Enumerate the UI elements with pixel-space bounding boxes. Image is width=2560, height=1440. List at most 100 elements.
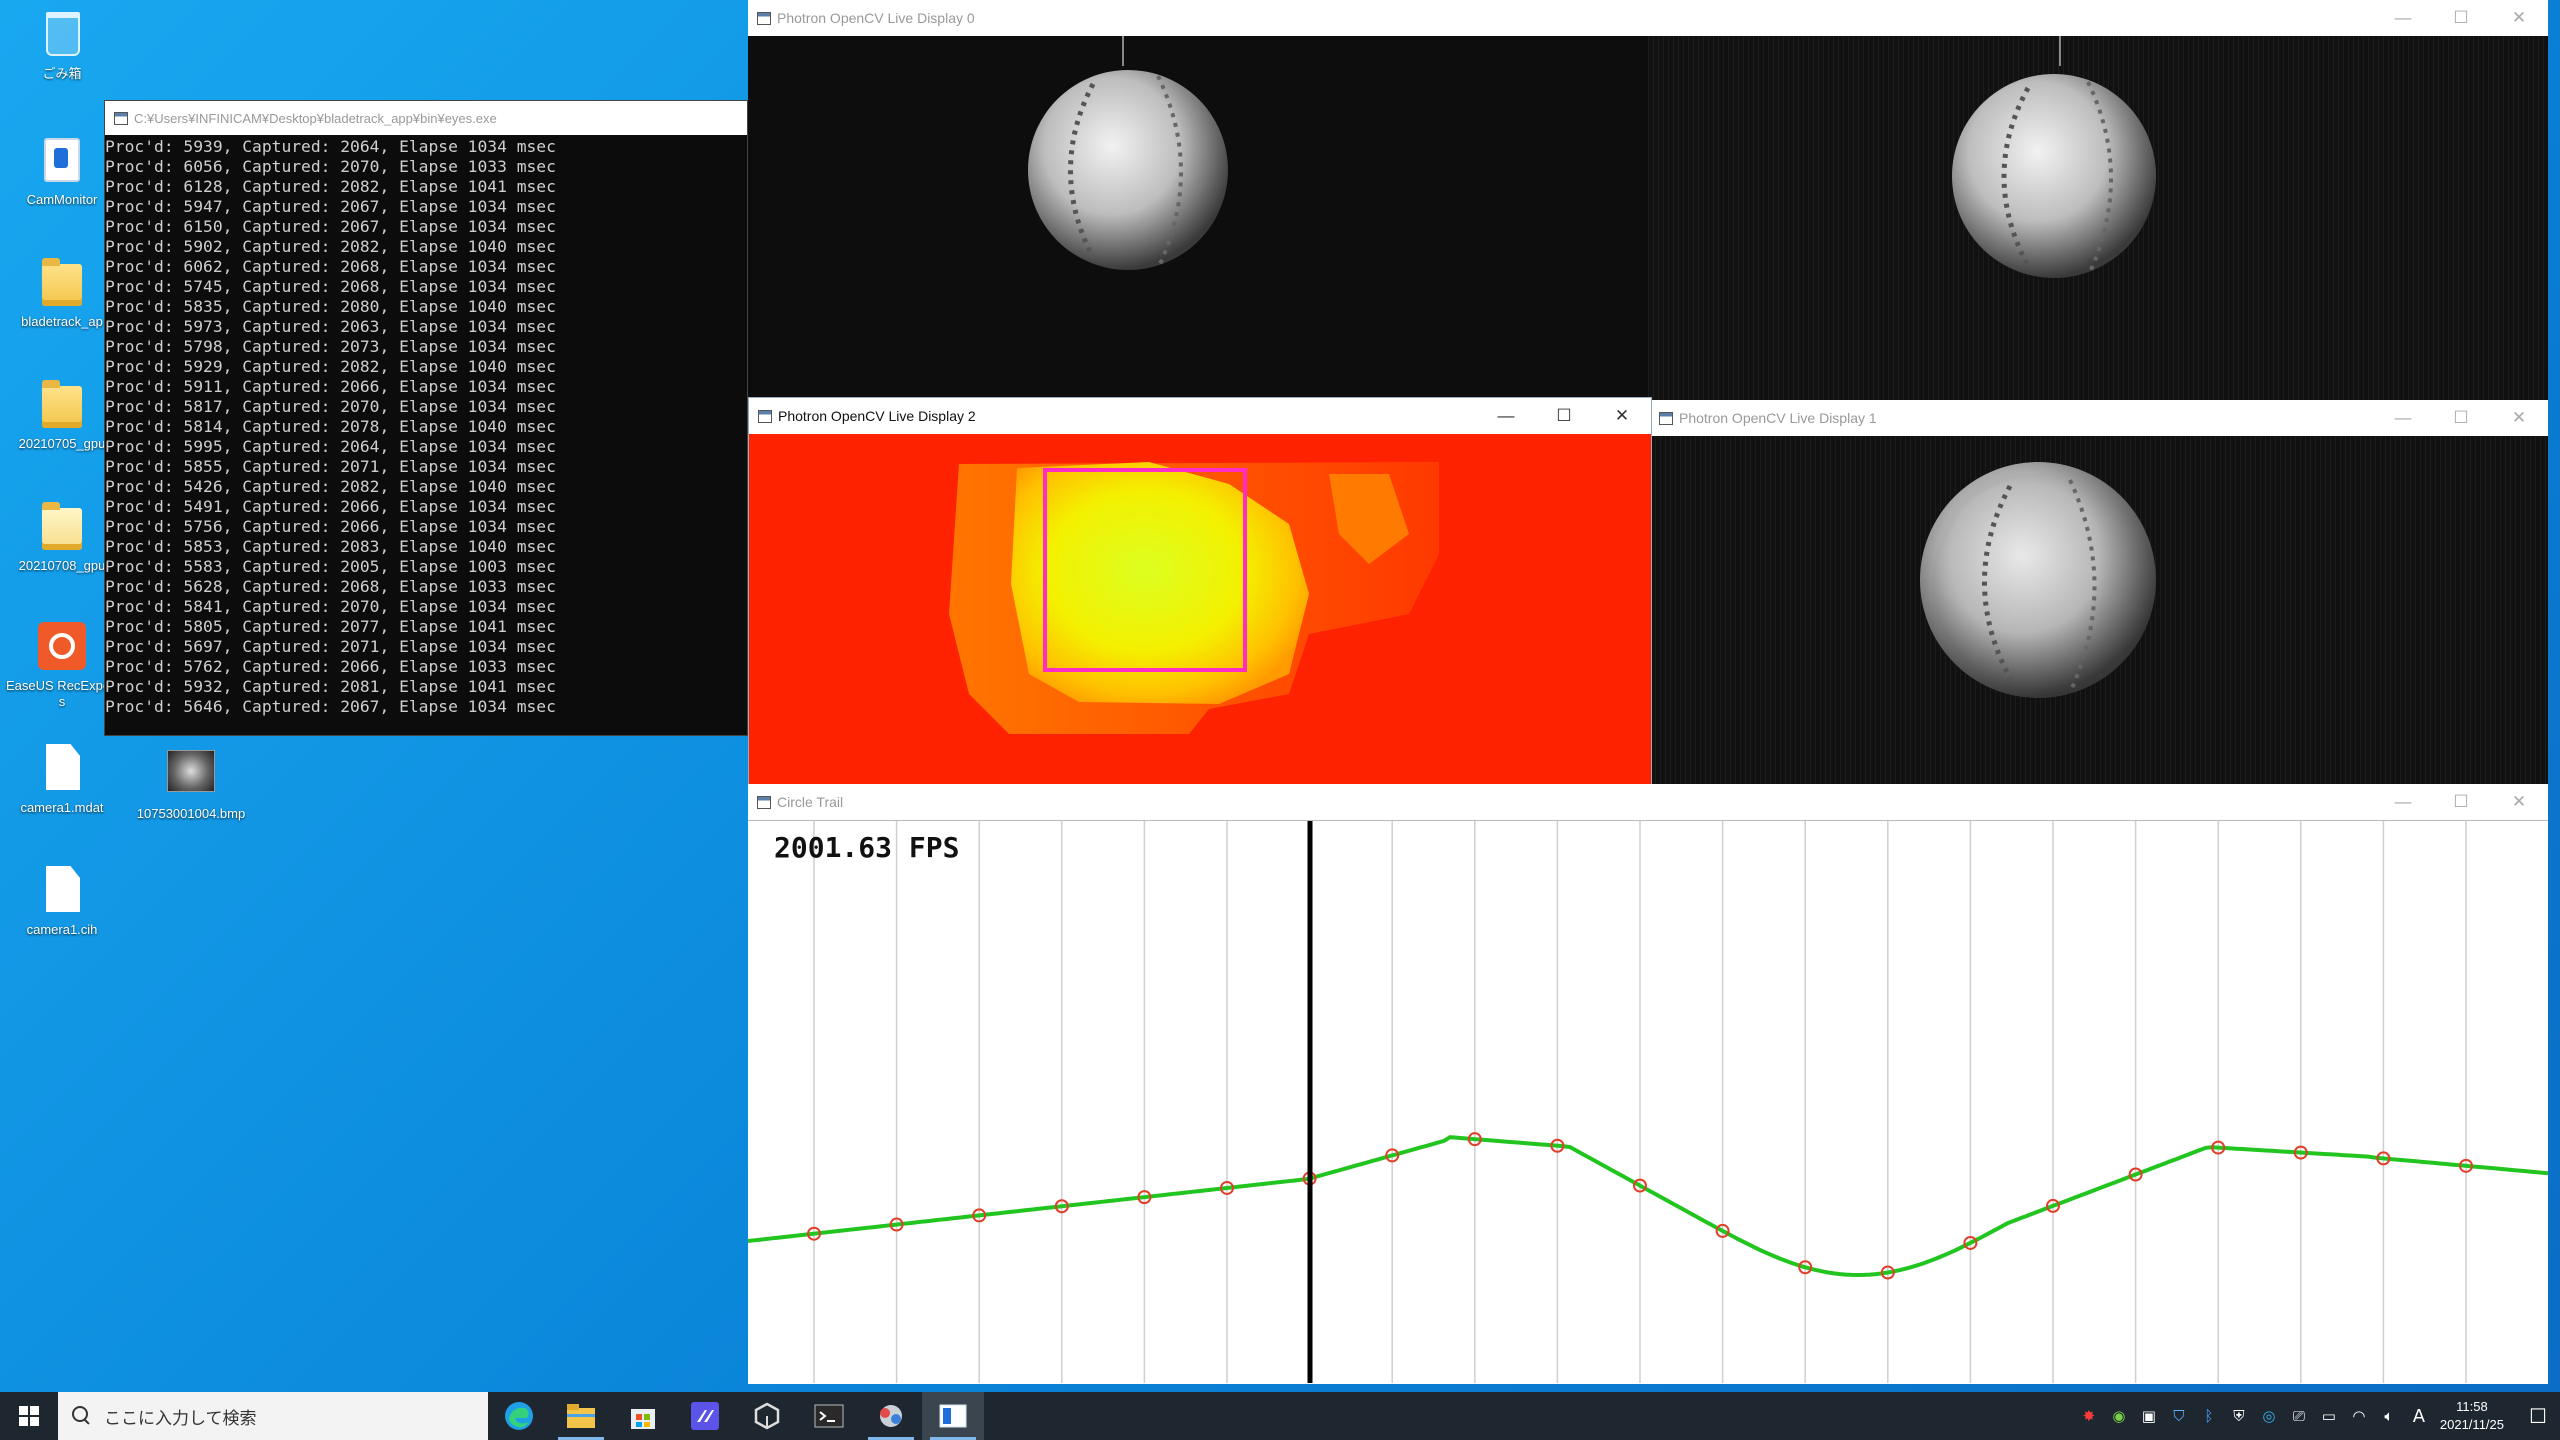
minimize-button[interactable]: — [2374, 400, 2432, 436]
console-line: Proc'd: 5628, Captured: 2068, Elapse 103… [105, 577, 556, 596]
ime-indicator[interactable]: A [2404, 1406, 2434, 1427]
minimize-button[interactable]: — [1477, 398, 1535, 434]
shield-icon[interactable]: ⛉ [2164, 1407, 2194, 1425]
display-1-video [1650, 436, 2548, 784]
desktop-icon-label: 20210708_gpu [18, 558, 106, 573]
folder-icon [42, 380, 82, 428]
taskbar-store[interactable] [612, 1392, 674, 1440]
recycle-bin-icon [46, 12, 80, 56]
file-icon [46, 744, 80, 790]
taskbar-opencv-app[interactable] [860, 1392, 922, 1440]
display-0-titlebar[interactable]: Photron OpenCV Live Display 0 — ☐ ✕ [748, 0, 2548, 36]
windows-logo-icon [19, 1406, 39, 1426]
bluetooth-icon[interactable]: ᛒ [2194, 1407, 2224, 1425]
minimize-button[interactable]: — [2374, 0, 2432, 36]
console-app-icon [114, 111, 128, 125]
console-line: Proc'd: 6062, Captured: 2068, Elapse 103… [105, 257, 556, 276]
console-line: Proc'd: 5855, Captured: 2071, Elapse 103… [105, 457, 556, 476]
tray-app-icon[interactable]: ▣ [2134, 1407, 2164, 1425]
unity-icon [754, 1402, 780, 1430]
taskbar-terminal[interactable] [798, 1392, 860, 1440]
close-button[interactable]: ✕ [1593, 398, 1651, 434]
display-window-icon [939, 1404, 967, 1428]
tray-red-icon[interactable]: ✸ [2074, 1407, 2104, 1425]
live-display-0-window[interactable]: Photron OpenCV Live Display 0 — ☐ ✕ [748, 0, 2548, 400]
console-window[interactable]: C:¥Users¥INFINICAM¥Desktop¥bladetrack_ap… [104, 100, 748, 736]
desktop-icon-cammonitor[interactable]: CamMonitor [6, 132, 118, 208]
desktop-icon-camera1-cih[interactable]: camera1.cih [6, 862, 118, 938]
console-titlebar[interactable]: C:¥Users¥INFINICAM¥Desktop¥bladetrack_ap… [105, 101, 747, 135]
desktop-icon-bladetrack[interactable]: bladetrack_ap [6, 254, 118, 330]
circle-trail-window[interactable]: Circle Trail — ☐ ✕ 2001.63 FPS [748, 784, 2548, 1384]
console-line: Proc'd: 5929, Captured: 2082, Elapse 104… [105, 357, 556, 376]
taskbar-display-window[interactable] [922, 1392, 984, 1440]
console-line: Proc'd: 5814, Captured: 2078, Elapse 104… [105, 417, 556, 436]
file-icon [46, 866, 80, 912]
display-1-frame [1650, 436, 2548, 784]
volume-icon[interactable]: 🔈︎ [2374, 1407, 2404, 1425]
display-0-app-icon [757, 11, 771, 25]
battery-icon[interactable]: ▭ [2314, 1407, 2344, 1425]
desktop-icon-20210708[interactable]: 20210708_gpu [6, 498, 118, 574]
live-display-1-window[interactable]: Photron OpenCV Live Display 1 — ☐ ✕ [1650, 400, 2548, 784]
search-placeholder: ここに入力して検索 [104, 1408, 257, 1429]
console-line: Proc'd: 6128, Captured: 2082, Elapse 104… [105, 177, 556, 196]
console-line: Proc'd: 5932, Captured: 2081, Elapse 104… [105, 677, 556, 696]
baseball-blurred [1920, 462, 2156, 698]
trail-titlebar[interactable]: Circle Trail — ☐ ✕ [748, 784, 2548, 820]
taskbar-search-box[interactable]: ここに入力して検索 [58, 1392, 488, 1440]
notification-icon[interactable]: ☐ [2516, 1404, 2560, 1428]
tray-security-icon[interactable]: ⛨ [2224, 1407, 2254, 1425]
console-line: Proc'd: 5646, Captured: 2067, Elapse 103… [105, 697, 556, 716]
console-title: C:¥Users¥INFINICAM¥Desktop¥bladetrack_ap… [134, 110, 497, 126]
console-line: Proc'd: 5835, Captured: 2080, Elapse 104… [105, 297, 556, 316]
desktop-icon-label: 10753001004.bmp [136, 806, 246, 821]
start-button[interactable] [0, 1392, 58, 1440]
live-display-2-window[interactable]: Photron OpenCV Live Display 2 — ☐ ✕ [748, 397, 1652, 795]
console-line: Proc'd: 6056, Captured: 2070, Elapse 103… [105, 157, 556, 176]
console-line: Proc'd: 5756, Captured: 2066, Elapse 103… [105, 517, 556, 536]
taskbar-visual-studio[interactable] [674, 1392, 736, 1440]
visual-studio-icon [691, 1402, 719, 1430]
close-button[interactable]: ✕ [2490, 400, 2548, 436]
display-1-titlebar[interactable]: Photron OpenCV Live Display 1 — ☐ ✕ [1650, 400, 2548, 436]
taskbar-file-explorer[interactable] [550, 1392, 612, 1440]
tray-device-icon[interactable]: ⎚ [2284, 1407, 2314, 1425]
taskbar-unity[interactable] [736, 1392, 798, 1440]
maximize-button[interactable]: ☐ [2432, 400, 2490, 436]
maximize-button[interactable]: ☐ [2432, 0, 2490, 36]
terminal-icon [814, 1404, 844, 1428]
desktop-icon-bmp[interactable]: 10753001004.bmp [132, 746, 250, 822]
display-1-title: Photron OpenCV Live Display 1 [1679, 410, 1877, 426]
nvidia-icon[interactable]: ◉ [2104, 1407, 2134, 1425]
maximize-button[interactable]: ☐ [1535, 398, 1593, 434]
close-button[interactable]: ✕ [2490, 0, 2548, 36]
minimize-button[interactable]: — [2374, 784, 2432, 820]
taskbar-clock[interactable]: 11:58 2021/11/25 [2440, 1398, 2504, 1434]
desktop-icon-recycle-bin[interactable]: ごみ箱 [6, 6, 118, 82]
display-2-heatmap [749, 434, 1651, 794]
display-2-titlebar[interactable]: Photron OpenCV Live Display 2 — ☐ ✕ [749, 398, 1651, 434]
heatmap-frame [749, 434, 1651, 794]
display-0-frames [748, 36, 2548, 400]
close-button[interactable]: ✕ [2490, 784, 2548, 820]
console-line: Proc'd: 5902, Captured: 2082, Elapse 104… [105, 237, 556, 256]
console-line: Proc'd: 5697, Captured: 2071, Elapse 103… [105, 637, 556, 656]
maximize-button[interactable]: ☐ [2432, 784, 2490, 820]
store-icon [631, 1409, 655, 1429]
console-line: Proc'd: 5841, Captured: 2070, Elapse 103… [105, 597, 556, 616]
tray-sync-icon[interactable]: ◎ [2254, 1407, 2284, 1425]
console-line: Proc'd: 5583, Captured: 2005, Elapse 100… [105, 557, 556, 576]
edge-icon [505, 1402, 533, 1430]
console-line: Proc'd: 5426, Captured: 2082, Elapse 104… [105, 477, 556, 496]
desktop-icon-easeus[interactable]: EaseUS RecExperts [6, 618, 118, 710]
display-0-video [748, 36, 2548, 400]
wifi-icon[interactable]: ◠ [2344, 1407, 2374, 1425]
opencv-app-icon [880, 1405, 902, 1427]
console-line: Proc'd: 5911, Captured: 2066, Elapse 103… [105, 377, 556, 396]
desktop-icon-label: ごみ箱 [42, 66, 82, 81]
desktop-icon-camera1-mdat[interactable]: camera1.mdat [6, 740, 118, 816]
desktop-icon-20210705[interactable]: 20210705_gpu [6, 376, 118, 452]
taskbar-edge[interactable] [488, 1392, 550, 1440]
console-line: Proc'd: 5805, Captured: 2077, Elapse 104… [105, 617, 556, 636]
